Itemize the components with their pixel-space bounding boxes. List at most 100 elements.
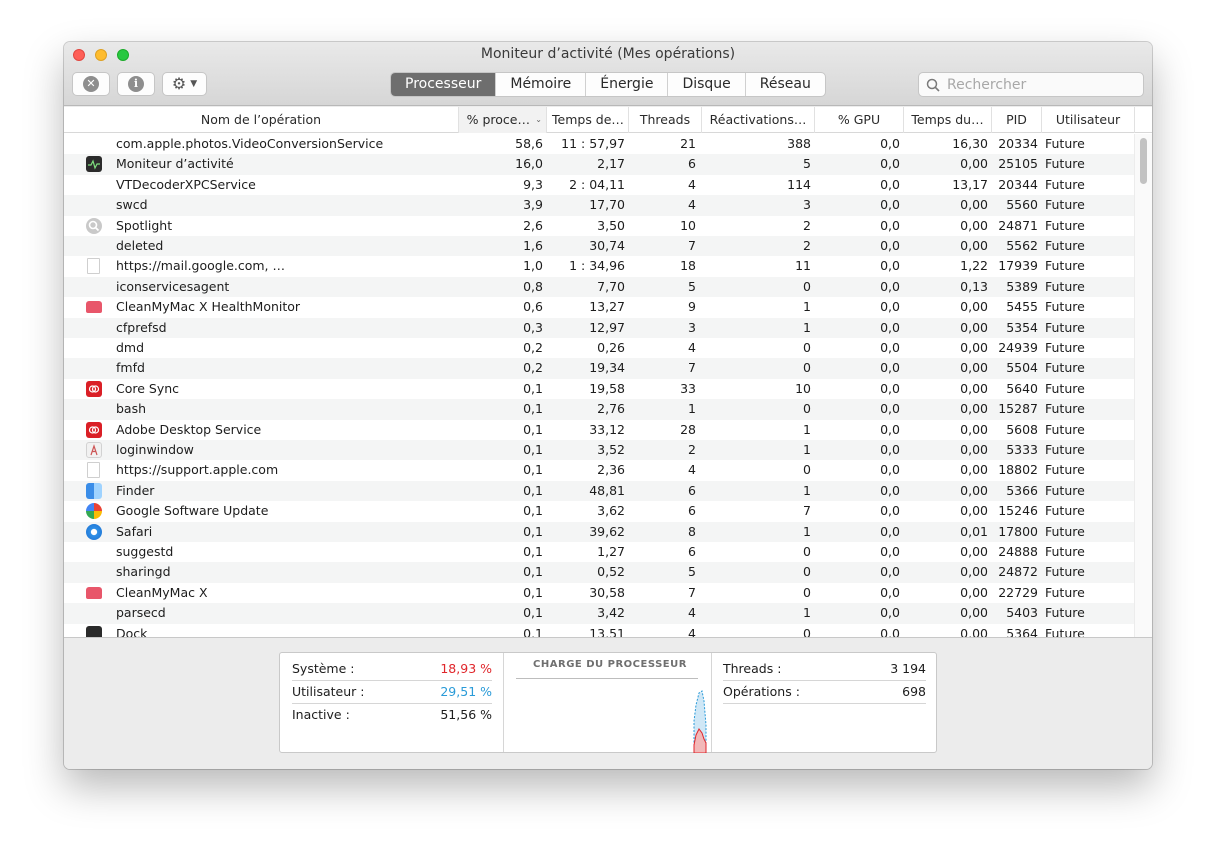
scrollbar-thumb[interactable] [1140, 138, 1147, 184]
table-row[interactable]: com.apple.photos.VideoConversionService 5… [64, 134, 1134, 154]
tab-memoire[interactable]: Mémoire [496, 73, 587, 96]
tab-reseau[interactable]: Réseau [746, 73, 825, 96]
cell-gpu: 0,0 [880, 462, 900, 478]
cell-pid: 5640 [1006, 380, 1038, 396]
column-header-cpu-time[interactable]: Temps de… [547, 107, 629, 133]
cell-name: parsecd [116, 605, 166, 621]
activity-monitor-window: Moniteur d’activité (Mes opérations) ✕ i… [64, 42, 1152, 769]
table-header: Nom de l’opération % proce… ⌄ Temps de… … [64, 107, 1152, 133]
cell-time: 11 : 57,97 [561, 136, 625, 151]
cell-name: Google Software Update [116, 503, 269, 519]
table-row[interactable]: Spotlight 2,6 3,50 10 2 0,0 0,00 24871 Future [64, 216, 1134, 236]
table-row[interactable]: Google Software Update 0,1 3,62 6 7 0,0 0,00 15… [64, 501, 1134, 521]
cell-threads: 6 [688, 156, 696, 172]
column-header-name[interactable]: Nom de l’opération [64, 107, 459, 133]
table-row[interactable]: https://support.apple.com 0,1 2,36 4 0 0,0 0,0… [64, 460, 1134, 480]
cell-pid: 5354 [1006, 319, 1038, 335]
cell-user: Future [1045, 176, 1085, 192]
cell-gpu: 0,0 [880, 340, 900, 355]
cell-time: 33,12 [589, 421, 625, 437]
cell-threads: 7 [688, 238, 696, 253]
cell-user: Future [1045, 523, 1085, 539]
table-row[interactable]: swcd 3,9 17,70 4 3 0,0 0,00 5560 Future [64, 195, 1134, 216]
cell-user: Future [1045, 605, 1085, 621]
column-header-wakeups[interactable]: Réactivations… [702, 107, 815, 133]
cell-gputime: 0,01 [960, 523, 988, 539]
cell-time: 30,74 [589, 238, 625, 253]
cell-wakeups: 0 [803, 278, 811, 294]
cell-wakeups: 7 [803, 503, 811, 519]
table-row[interactable]: Finder 0,1 48,81 6 1 0,0 0,00 5366 Future [64, 480, 1134, 502]
cell-gputime: 0,00 [960, 238, 988, 253]
document-icon [87, 258, 100, 275]
cell-threads: 33 [680, 380, 696, 396]
search-input[interactable] [947, 73, 1137, 96]
table-row[interactable]: suggestd 0,1 1,27 6 0 0,0 0,00 24888 Future [64, 542, 1134, 562]
cell-gputime: 0,00 [960, 340, 988, 355]
cell-time: 2,36 [597, 462, 625, 478]
cell-time: 12,97 [589, 319, 625, 335]
close-circle-icon: ✕ [83, 76, 99, 92]
column-header-user[interactable]: Utilisateur [1042, 107, 1135, 133]
table-row[interactable]: loginwindow 0,1 3,52 2 1 0,0 0,00 5333 Future [64, 440, 1134, 461]
cell-threads: 10 [680, 217, 696, 233]
table-row[interactable]: parsecd 0,1 3,42 4 1 0,0 0,00 5403 Future [64, 603, 1134, 624]
cell-wakeups: 1 [803, 442, 811, 457]
cell-user: Future [1045, 278, 1085, 294]
table-row[interactable]: Moniteur d’activité 16,0 2,17 6 5 0,0 0,00 2510… [64, 154, 1134, 175]
table-row[interactable]: Adobe Desktop Service 0,1 33,12 28 1 0,0 0,00 5… [64, 420, 1134, 440]
cell-wakeups: 3 [803, 197, 811, 213]
system-stat: Système : 18,93 % [292, 658, 492, 680]
table-row[interactable]: bash 0,1 2,76 1 0 0,0 0,00 15287 Future [64, 399, 1134, 420]
table-row[interactable]: deleted 1,6 30,74 7 2 0,0 0,00 5562 Future [64, 236, 1134, 257]
cell-gputime: 0,00 [960, 462, 988, 478]
cell-name: Finder [116, 482, 155, 498]
column-header-cpu[interactable]: % proce… ⌄ [459, 107, 547, 133]
cell-pid: 22729 [998, 584, 1038, 600]
quit-process-button[interactable]: ✕ [72, 72, 110, 96]
column-header-gpu[interactable]: % GPU [815, 107, 904, 133]
table-row[interactable]: sharingd 0,1 0,52 5 0 0,0 0,00 24872 Future [64, 562, 1134, 583]
cell-cpu: 0,1 [523, 421, 543, 437]
cell-user: Future [1045, 625, 1085, 637]
cell-name: Safari [116, 523, 153, 539]
cell-threads: 18 [680, 258, 696, 274]
table-row[interactable]: CleanMyMac X HealthMonitor 0,6 13,27 9 1 0,0 0… [64, 297, 1134, 317]
inspect-process-button[interactable]: i [117, 72, 155, 96]
table-row[interactable]: iconservicesagent 0,8 7,70 5 0 0,0 0,13 5389 Fut… [64, 276, 1134, 298]
column-header-threads[interactable]: Threads [629, 107, 702, 133]
cell-gpu: 0,0 [880, 544, 900, 559]
cell-pid: 24871 [998, 217, 1038, 233]
user-stat: Utilisateur : 29,51 % [292, 681, 492, 703]
table-row[interactable]: cfprefsd 0,3 12,97 3 1 0,0 0,00 5354 Future [64, 317, 1134, 338]
cell-time: 0,52 [597, 564, 625, 580]
cell-name: Adobe Desktop Service [116, 421, 262, 437]
tab-processeur[interactable]: Processeur [391, 73, 497, 96]
action-menu-button[interactable]: ⚙ ▼ [162, 72, 207, 96]
table-row[interactable]: https://mail.google.com, … 1,0 1 : 34,96 18… [64, 256, 1134, 276]
table-row[interactable]: dmd 0,2 0,26 4 0 0,0 0,00 24939 Future [64, 338, 1134, 358]
search-field[interactable] [918, 72, 1144, 97]
table-row[interactable]: Safari 0,1 39,62 8 1 0,0 0,01 17800 Future [64, 521, 1134, 542]
tab-energie[interactable]: Énergie [586, 73, 669, 96]
safari-icon [86, 523, 102, 540]
table-row[interactable]: VTDecoderXPCService 9,3 2 : 04,11 4 114 0,0 13… [64, 175, 1134, 195]
cleanmymac-icon [86, 301, 102, 314]
column-header-pid[interactable]: PID [992, 107, 1042, 133]
cell-cpu: 58,6 [515, 136, 543, 151]
column-header-gpu-time[interactable]: Temps du… [904, 107, 992, 133]
cell-pid: 20334 [998, 136, 1038, 151]
table-row[interactable]: fmfd 0,2 19,34 7 0 0,0 0,00 5504 Future [64, 358, 1134, 379]
cell-user: Future [1045, 319, 1085, 335]
table-row[interactable]: Core Sync 0,1 19,58 33 10 0,0 0,00 5640 Future [64, 379, 1134, 399]
cell-time: 3,62 [597, 503, 625, 519]
cell-gpu: 0,0 [880, 156, 900, 172]
cell-wakeups: 0 [803, 360, 811, 376]
cell-time: 13,27 [589, 299, 625, 315]
cell-gpu: 0,0 [880, 258, 900, 274]
table-row[interactable]: Dock 0,1 13,51 4 0 0,0 0,00 5364 Future [64, 624, 1134, 637]
tab-disque[interactable]: Disque [668, 73, 746, 96]
cell-gpu: 0,0 [880, 625, 900, 637]
table-row[interactable]: CleanMyMac X 0,1 30,58 7 0 0,0 0,00 22729 Future [64, 583, 1134, 603]
vertical-scrollbar[interactable] [1134, 134, 1152, 637]
